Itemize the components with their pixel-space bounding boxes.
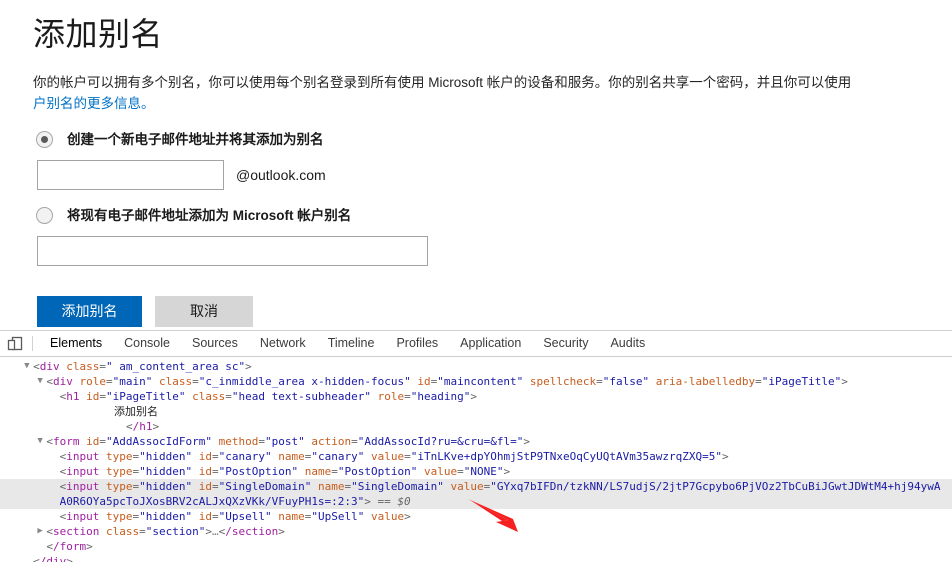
device-toolbar-glyph [7, 336, 24, 352]
radio-option-existing-alias[interactable]: 将现有电子邮件地址添加为 Microsoft 帐户别名 [0, 207, 952, 224]
radio-option-new-alias[interactable]: 创建一个新电子邮件地址并将其添加为别名 [0, 131, 952, 148]
page-description-line-1: 你的帐户可以拥有多个别名，你可以使用每个别名登录到所有使用 Microsoft … [33, 72, 952, 93]
alias-domain-suffix: @outlook.com [236, 167, 326, 183]
dom-tree-line[interactable]: </form> [0, 539, 952, 554]
dom-tree-line[interactable]: <input type="hidden" id="SingleDomain" n… [0, 479, 952, 509]
radio-new-alias-label: 创建一个新电子邮件地址并将其添加为别名 [67, 131, 324, 148]
devtools-panel: ElementsConsoleSourcesNetworkTimelinePro… [0, 330, 952, 562]
devtools-tab-elements[interactable]: Elements [39, 331, 113, 356]
dom-tree-line[interactable]: <input type="hidden" id="canary" name="c… [0, 449, 952, 464]
existing-email-field-row [0, 236, 952, 266]
new-alias-input[interactable] [37, 160, 224, 190]
dom-tree-line[interactable]: ▼ <div role="main" class="c_inmiddle_area… [0, 374, 952, 389]
dom-tree-line-text: </form> [46, 539, 92, 554]
dom-tree-line[interactable]: <h1 id="iPageTitle" class="head text-sub… [0, 389, 952, 404]
dom-tree-line-text: <h1 id="iPageTitle" class="head text-sub… [60, 389, 477, 404]
twisty-expanded-icon[interactable]: ▼ [37, 434, 42, 449]
devtools-tab-sources[interactable]: Sources [181, 331, 249, 356]
dom-tree-line-text: </h1> [126, 419, 159, 434]
dom-tree-line-text: <input type="hidden" id="canary" name="c… [60, 449, 729, 464]
devtools-tab-audits[interactable]: Audits [599, 331, 656, 356]
devtools-tab-application[interactable]: Application [449, 331, 532, 356]
existing-email-input[interactable] [37, 236, 428, 266]
new-alias-field-row: @outlook.com [0, 160, 952, 190]
account-alias-page: 添加别名 你的帐户可以拥有多个别名，你可以使用每个别名登录到所有使用 Micro… [0, 0, 952, 330]
dom-tree-line[interactable]: ▼ <form id="AddAssocIdForm" method="post"… [0, 434, 952, 449]
devtools-tab-security[interactable]: Security [532, 331, 599, 356]
dom-tree-line[interactable]: <input type="hidden" id="PostOption" nam… [0, 464, 952, 479]
dom-tree-line-text: <form id="AddAssocIdForm" method="post" … [46, 434, 530, 449]
twisty-expanded-icon[interactable]: ▼ [24, 359, 29, 374]
devtools-tab-profiles[interactable]: Profiles [385, 331, 449, 356]
devtools-tab-network[interactable]: Network [249, 331, 317, 356]
dom-tree-line-text: <input type="hidden" id="Upsell" name="U… [60, 509, 411, 524]
page-description: 你的帐户可以拥有多个别名，你可以使用每个别名登录到所有使用 Microsoft … [0, 54, 952, 114]
dom-tree-line-text: <input type="hidden" id="PostOption" nam… [60, 464, 510, 479]
dom-tree-line[interactable]: <input type="hidden" id="Upsell" name="U… [0, 509, 952, 524]
dom-tree-line-text: <section class="section">…</section> [46, 524, 284, 539]
twisty-collapsed-icon[interactable]: ▶ [37, 524, 42, 539]
devtools-tab-console[interactable]: Console [113, 331, 181, 356]
dom-tree-line-text: <div class=" am_content_area sc"> [33, 359, 252, 374]
dom-tree-line[interactable]: ▼ <div class=" am_content_area sc"> [0, 359, 952, 374]
devtools-tab-timeline[interactable]: Timeline [317, 331, 386, 356]
dom-tree-line-text: 添加别名 [114, 404, 158, 419]
toolbar-divider [32, 336, 33, 351]
devtools-tabs: ElementsConsoleSourcesNetworkTimelinePro… [39, 331, 656, 356]
page-title: 添加别名 [0, 0, 952, 54]
cancel-button[interactable]: 取消 [155, 296, 253, 327]
dom-tree-line[interactable]: 添加别名 [0, 404, 952, 419]
form-actions: 添加别名 取消 [0, 296, 952, 327]
radio-existing-alias-icon[interactable] [36, 207, 53, 224]
radio-existing-alias-label: 将现有电子邮件地址添加为 Microsoft 帐户别名 [67, 207, 351, 224]
dom-tree-line-text: <div role="main" class="c_inmiddle_area … [46, 374, 847, 389]
dom-tree-line[interactable]: </h1> [0, 419, 952, 434]
devtools-toolbar: ElementsConsoleSourcesNetworkTimelinePro… [0, 331, 952, 357]
radio-new-alias-icon[interactable] [36, 131, 53, 148]
dom-tree-line[interactable]: ▶ <section class="section">…</section> [0, 524, 952, 539]
dom-tree-line-text: </div> [33, 554, 73, 562]
add-alias-button[interactable]: 添加别名 [37, 296, 142, 327]
dom-tree: ▼<div class=" am_content_area sc">▼<div … [0, 357, 952, 562]
device-toolbar-icon[interactable] [0, 331, 30, 356]
twisty-expanded-icon[interactable]: ▼ [37, 374, 42, 389]
dom-tree-line-text: <input type="hidden" id="SingleDomain" n… [60, 479, 944, 509]
dom-tree-line[interactable]: </div> [0, 554, 952, 562]
page-description-line-2: 户别名的更多信息。 [33, 93, 952, 114]
